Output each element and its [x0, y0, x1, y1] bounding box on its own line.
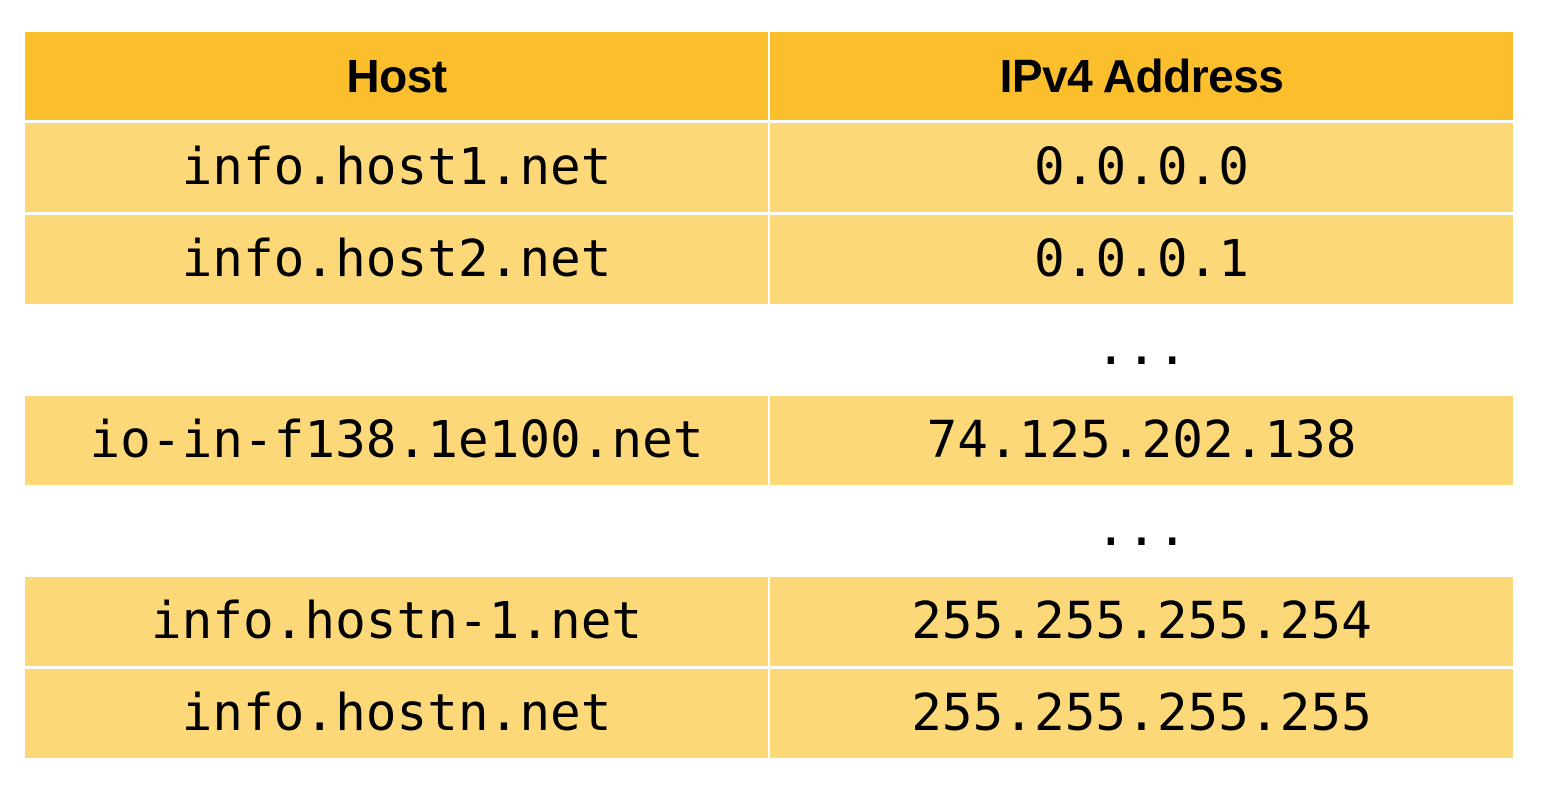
ip-cell: 74.125.202.138: [770, 396, 1513, 485]
table-row: info.hostn.net 255.255.255.255: [25, 669, 1513, 758]
ellipsis-row: ...: [25, 485, 1513, 577]
host-cell-empty: [25, 485, 768, 577]
ellipsis: ...: [1095, 499, 1188, 558]
table-row: info.host1.net 0.0.0.0: [25, 123, 1513, 212]
host-ip-table: Host IPv4 Address info.host1.net 0.0.0.0…: [25, 32, 1513, 758]
host-cell: info.host1.net: [25, 123, 768, 212]
ip-cell: 0.0.0.1: [770, 215, 1513, 304]
host-cell-empty: [25, 304, 768, 396]
header-ipv4-address: IPv4 Address: [770, 32, 1513, 120]
ellipsis-row: ...: [25, 304, 1513, 396]
table-row: info.host2.net 0.0.0.1: [25, 215, 1513, 304]
host-cell: info.hostn.net: [25, 669, 768, 758]
host-cell: io-in-f138.1e100.net: [25, 396, 768, 485]
host-cell: info.host2.net: [25, 215, 768, 304]
table-header-row: Host IPv4 Address: [25, 32, 1513, 120]
ip-cell: 0.0.0.0: [770, 123, 1513, 212]
table-row: io-in-f138.1e100.net 74.125.202.138: [25, 396, 1513, 485]
host-cell: info.hostn-1.net: [25, 577, 768, 666]
ip-cell: 255.255.255.254: [770, 577, 1513, 666]
table-row: info.hostn-1.net 255.255.255.254: [25, 577, 1513, 666]
header-host: Host: [25, 32, 768, 120]
ellipsis: ...: [1095, 318, 1188, 377]
ip-cell: 255.255.255.255: [770, 669, 1513, 758]
